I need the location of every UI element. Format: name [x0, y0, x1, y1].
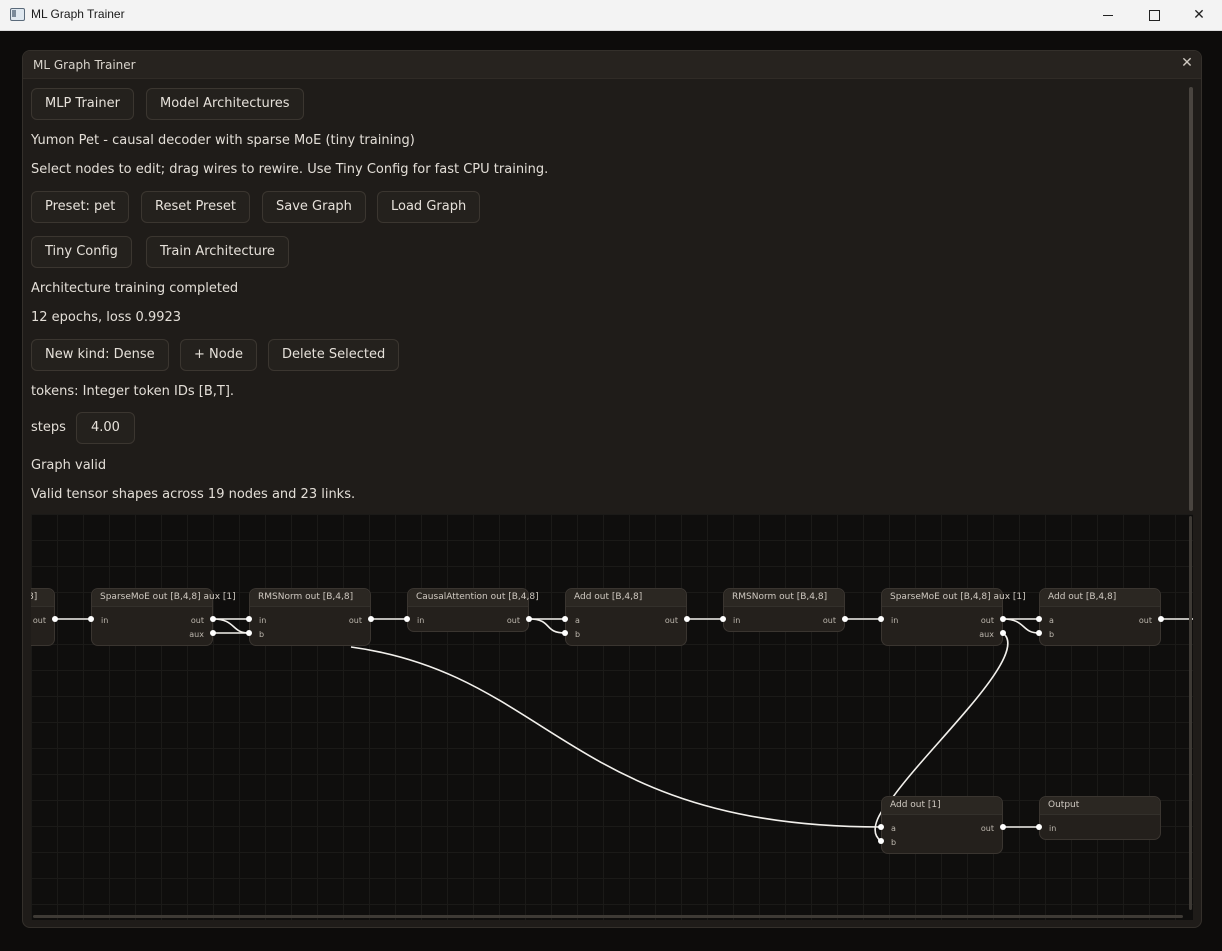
node-kind-selector[interactable]: New kind: Dense [31, 339, 169, 371]
port-dot [878, 616, 884, 622]
panel-scrollbar[interactable] [1189, 87, 1193, 511]
tab-model-architectures[interactable]: Model Architectures [146, 88, 304, 120]
app-icon [10, 8, 25, 21]
graph-canvas[interactable]: 8] out SparseMoE out [B,4,8] aux [1] in … [31, 514, 1193, 920]
trainer-panel: ML Graph Trainer ✕ MLP Trainer Model Arc… [22, 50, 1202, 928]
preset-button[interactable]: Preset: pet [31, 191, 130, 223]
port-dot [404, 616, 410, 622]
load-graph-button[interactable]: Load Graph [377, 191, 481, 223]
tokens-info: tokens: Integer token IDs [B,T]. [31, 384, 235, 399]
port-dots [52, 616, 1164, 844]
panel-close-button[interactable]: ✕ [1179, 55, 1195, 71]
training-status: Architecture training completed [31, 281, 239, 296]
port-dot [1000, 630, 1006, 636]
training-metrics: 12 epochs, loss 0.9923 [31, 310, 182, 325]
port-dot [878, 838, 884, 844]
architecture-heading: Yumon Pet - causal decoder with sparse M… [31, 133, 415, 148]
os-titlebar: ML Graph Trainer ✕ [0, 0, 1222, 31]
add-node-button[interactable]: + Node [180, 339, 257, 371]
canvas-scrollbar-vertical[interactable] [1189, 516, 1192, 910]
port-dot [246, 630, 252, 636]
minimize-icon [1103, 14, 1113, 16]
maximize-button[interactable] [1131, 0, 1177, 30]
os-window-title: ML Graph Trainer [31, 7, 125, 21]
port-dot [1036, 616, 1042, 622]
port-dot [720, 616, 726, 622]
port-dot [52, 616, 58, 622]
port-dot [562, 630, 568, 636]
port-dot [210, 616, 216, 622]
close-icon: ✕ [1181, 55, 1193, 71]
port-dot [246, 616, 252, 622]
save-graph-button[interactable]: Save Graph [262, 191, 366, 223]
port-dot [842, 616, 848, 622]
tiny-config-button[interactable]: Tiny Config [31, 236, 132, 268]
graph-validity-detail: Valid tensor shapes across 19 nodes and … [31, 487, 356, 502]
delete-selected-button[interactable]: Delete Selected [268, 339, 400, 371]
port-dot [1036, 824, 1042, 830]
port-dot [1000, 824, 1006, 830]
graph-validity: Graph valid [31, 458, 107, 473]
steps-label: steps [31, 420, 66, 435]
panel-title: ML Graph Trainer [33, 58, 136, 72]
port-dot [210, 630, 216, 636]
close-icon: ✕ [1193, 7, 1205, 23]
port-dot [1036, 630, 1042, 636]
maximize-icon [1148, 9, 1160, 21]
port-dot [368, 616, 374, 622]
tab-mlp-trainer[interactable]: MLP Trainer [31, 88, 134, 120]
port-dot [526, 616, 532, 622]
reset-preset-button[interactable]: Reset Preset [141, 191, 250, 223]
port-dot [1000, 616, 1006, 622]
os-close-button[interactable]: ✕ [1176, 0, 1222, 30]
canvas-scrollbar-horizontal[interactable] [33, 915, 1183, 918]
port-dot [1158, 616, 1164, 622]
port-dot [878, 824, 884, 830]
port-dot [562, 616, 568, 622]
usage-hint: Select nodes to edit; drag wires to rewi… [31, 162, 549, 177]
port-dot [88, 616, 94, 622]
steps-input[interactable]: 4.00 [76, 412, 135, 444]
minimize-button[interactable] [1085, 0, 1131, 30]
panel-header: ML Graph Trainer ✕ [23, 51, 1201, 79]
train-architecture-button[interactable]: Train Architecture [146, 236, 289, 268]
port-dot [684, 616, 690, 622]
